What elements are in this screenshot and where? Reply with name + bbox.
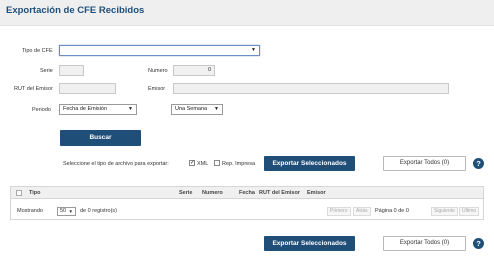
periodo-label: Periodo xyxy=(32,107,51,113)
chevron-down-icon: ▼ xyxy=(251,47,256,53)
rep-impresa-checkbox[interactable] xyxy=(214,160,220,166)
column-header-emisor[interactable]: Emisor xyxy=(307,190,326,196)
atras-button[interactable]: Atrás xyxy=(353,207,371,216)
mostrando-label: Mostrando xyxy=(17,208,43,214)
results-table: Tipo Serie Numero Fecha RUT del Emisor E… xyxy=(10,186,484,220)
periodo-rango-value: Una Semana xyxy=(175,106,208,112)
ultimo-button[interactable]: Último xyxy=(459,207,480,216)
emisor-label: Emisor xyxy=(148,86,166,92)
record-range-text: de 0 registro(s) xyxy=(80,208,117,214)
xml-checkbox[interactable]: ✓ xyxy=(189,160,195,166)
column-header-serie[interactable]: Serie xyxy=(179,190,192,196)
page-title: Exportación de CFE Recibidos xyxy=(6,5,145,16)
pagina-text: Página 0 de 0 xyxy=(375,208,409,214)
help-icon[interactable]: ? xyxy=(473,238,484,249)
primero-button[interactable]: Primero xyxy=(327,207,351,216)
numero-field[interactable]: 0 xyxy=(173,65,215,76)
buscar-button[interactable]: Buscar xyxy=(60,130,141,146)
page-size-select[interactable]: 50 ▼ xyxy=(57,207,76,216)
siguiente-button[interactable]: Siguiente xyxy=(431,207,458,216)
serie-label: Serie xyxy=(40,68,53,74)
rep-impresa-label: Rep. Impresa xyxy=(222,161,256,167)
serie-field[interactable] xyxy=(59,65,84,76)
chevron-down-icon: ▼ xyxy=(214,106,219,112)
help-icon[interactable]: ? xyxy=(473,158,484,169)
periodo-rango-select[interactable]: Una Semana ▼ xyxy=(171,104,223,115)
column-header-rut-emisor[interactable]: RUT del Emisor xyxy=(259,190,300,196)
tipo-cfe-select[interactable]: ▼ xyxy=(59,45,260,56)
tipo-cfe-label: Tipo de CFE xyxy=(22,48,53,54)
exportar-todos-button-bottom[interactable]: Exportar Todos (0) xyxy=(383,236,466,251)
numero-label: Numero xyxy=(148,68,168,74)
exportar-todos-button[interactable]: Exportar Todos (0) xyxy=(383,156,466,171)
rut-emisor-field[interactable] xyxy=(59,83,116,94)
rut-emisor-label: RUT del Emisor xyxy=(14,86,53,92)
table-footer: Mostrando 50 ▼ de 0 registro(s) Primero … xyxy=(11,204,483,219)
periodo-tipo-select[interactable]: Fecha de Emisión ▼ xyxy=(59,104,137,115)
table-header: Tipo Serie Numero Fecha RUT del Emisor E… xyxy=(11,187,483,199)
exportar-seleccionados-button[interactable]: Exportar Seleccionados xyxy=(264,156,355,171)
xml-label: XML xyxy=(197,161,209,167)
chevron-down-icon: ▼ xyxy=(68,209,73,214)
chevron-down-icon: ▼ xyxy=(128,106,133,112)
periodo-tipo-value: Fecha de Emisión xyxy=(63,106,108,112)
exportar-seleccionados-button-bottom[interactable]: Exportar Seleccionados xyxy=(264,236,355,251)
column-header-fecha[interactable]: Fecha xyxy=(239,190,255,196)
select-all-checkbox[interactable] xyxy=(16,190,22,196)
page-size-value: 50 xyxy=(60,208,67,214)
emisor-field[interactable] xyxy=(173,83,449,94)
export-type-prompt: Seleccione el tipo de archivo para expor… xyxy=(63,161,169,167)
column-header-numero[interactable]: Numero xyxy=(202,190,223,196)
title-bar: Exportación de CFE Recibidos xyxy=(0,0,494,26)
column-header-tipo[interactable]: Tipo xyxy=(29,190,41,196)
